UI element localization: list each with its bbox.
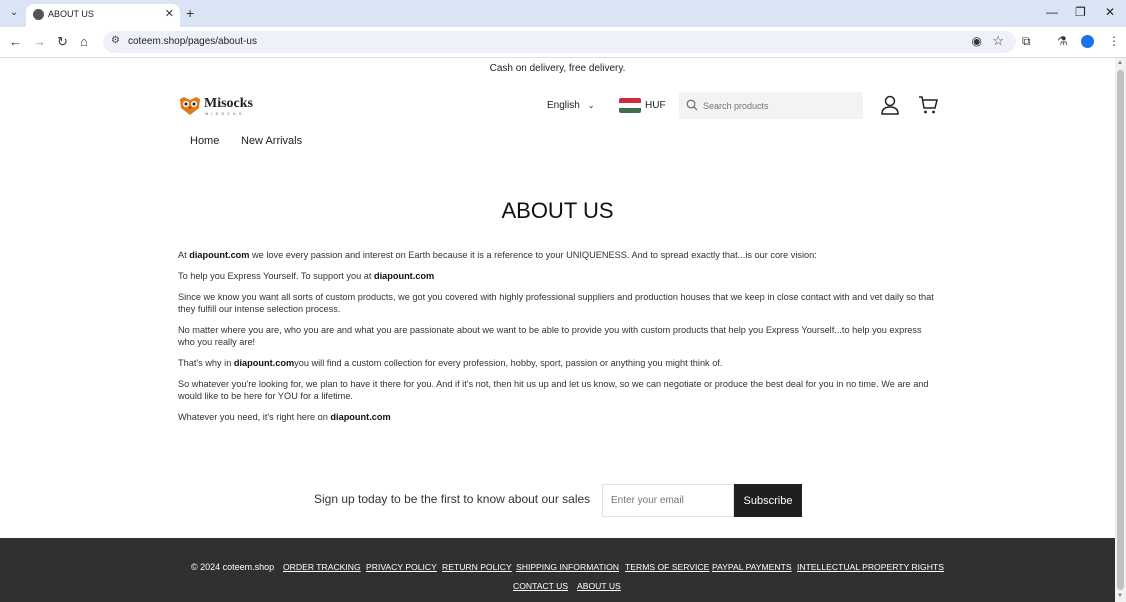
kebab-menu-icon[interactable]: ⋮ — [1108, 34, 1120, 48]
owl-logo-icon — [180, 97, 200, 115]
subscribe-button[interactable]: Subscribe — [734, 484, 802, 517]
about-paragraph: Since we know you want all sorts of cust… — [178, 291, 938, 315]
about-paragraph: At diapount.com we love every passion an… — [178, 249, 938, 261]
address-bar[interactable]: ⚙ coteem.shop/pages/about-us ◉ ☆ — [103, 31, 1016, 53]
new-tab-plus-icon[interactable]: + — [186, 5, 194, 21]
about-paragraph: So whatever you're looking for, we plan … — [178, 378, 938, 402]
about-paragraph: That's why in diapount.comyou will find … — [178, 357, 938, 369]
text: you will find a custom collection for ev… — [294, 358, 723, 368]
currency-label: HUF — [645, 100, 666, 111]
footer-link-order-tracking[interactable]: ORDER TRACKING — [283, 562, 361, 572]
browser-tab[interactable]: ABOUT US ✕ — [26, 4, 180, 27]
page-title: ABOUT US — [501, 198, 614, 223]
footer-link-shipping-information[interactable]: SHIPPING INFORMATION — [516, 562, 619, 572]
reload-icon[interactable]: ↻ — [57, 34, 68, 50]
logo-text: Misocks — [204, 96, 253, 111]
text: To help you Express Yourself. To support… — [178, 271, 374, 281]
site-name: diapount.com — [189, 250, 250, 260]
newsletter-text: Sign up today to be the first to know ab… — [314, 492, 591, 506]
user-account-icon[interactable] — [880, 95, 900, 115]
search-icon — [686, 99, 698, 111]
text: So whatever you're looking for, we plan … — [178, 379, 929, 401]
site-footer: © 2024 coteem.shop ORDER TRACKING PRIVAC… — [0, 538, 1115, 602]
profile-avatar-icon[interactable] — [1081, 35, 1094, 48]
hungary-flag-icon — [619, 98, 641, 113]
url-text: coteem.shop/pages/about-us — [128, 36, 257, 47]
about-paragraph: No matter where you are, who you are and… — [178, 324, 938, 348]
logo-subtext: MISOCKS — [205, 111, 245, 116]
chevron-down-icon: ⌄ — [587, 101, 595, 110]
back-arrow-icon[interactable]: ← — [9, 34, 22, 49]
eye-slash-icon[interactable]: ◉ — [972, 34, 982, 48]
language-label: English — [547, 100, 580, 111]
text: No matter where you are, who you are and… — [178, 325, 922, 347]
page-scrollbar[interactable]: ▲ ▼ — [1115, 58, 1126, 602]
site-info-icon[interactable]: ⚙ — [111, 35, 120, 46]
tab-title: ABOUT US — [48, 9, 94, 19]
footer-link-privacy-policy[interactable]: PRIVACY POLICY — [366, 562, 437, 572]
tab-search-chevron-icon[interactable]: ⌄ — [6, 5, 22, 21]
labs-flask-icon[interactable]: ⚗ — [1057, 34, 1068, 48]
about-paragraph: Whatever you need, it's right here on di… — [178, 411, 938, 423]
text: Whatever you need, it's right here on — [178, 412, 331, 422]
globe-icon — [33, 9, 44, 20]
site-name: diapount.com — [233, 358, 295, 368]
close-window-icon[interactable]: ✕ — [1105, 5, 1115, 19]
copyright-text: © 2024 coteem.shop — [191, 562, 275, 572]
browser-toolbar: ← → ↻ ⌂ ⚙ coteem.shop/pages/about-us ◉ ☆… — [0, 27, 1126, 58]
announcement-bar: Cash on delivery, free delivery. — [489, 63, 626, 74]
extensions-puzzle-icon[interactable]: ⧉ — [1022, 34, 1031, 49]
nav-new-arrivals-link[interactable]: New Arrivals — [241, 135, 302, 147]
email-field[interactable] — [602, 484, 734, 517]
language-selector[interactable]: English ⌄ — [547, 100, 595, 111]
text: At — [178, 250, 190, 260]
scroll-up-icon[interactable]: ▲ — [1117, 60, 1123, 66]
site-name: diapount.com — [330, 412, 391, 422]
web-page: Cash on delivery, free delivery. Misocks… — [0, 58, 1115, 602]
browser-tab-bar: ⌄ ABOUT US ✕ + — ❐ ✕ — [0, 0, 1126, 27]
home-icon[interactable]: ⌂ — [80, 34, 88, 49]
text: That's why in — [178, 358, 234, 368]
cart-icon[interactable] — [918, 95, 938, 115]
scroll-down-icon[interactable]: ▼ — [1117, 593, 1123, 599]
text: we love every passion and interest on Ea… — [249, 250, 817, 260]
restore-icon[interactable]: ❐ — [1075, 5, 1086, 19]
nav-home-link[interactable]: Home — [190, 135, 219, 147]
footer-link-intellectual-property[interactable]: INTELLECTUAL PROPERTY RIGHTS — [797, 562, 944, 572]
footer-link-return-policy[interactable]: RETURN POLICY — [442, 562, 512, 572]
site-name: diapount.com — [373, 271, 435, 281]
search-input[interactable] — [679, 92, 863, 119]
footer-link-paypal-payments[interactable]: PAYPAL PAYMENTS — [712, 562, 792, 572]
footer-link-contact-us[interactable]: CONTACT US — [513, 581, 568, 591]
forward-arrow-icon[interactable]: → — [33, 34, 46, 49]
text: Since we know you want all sorts of cust… — [178, 292, 934, 314]
minimize-icon[interactable]: — — [1046, 5, 1058, 19]
scrollbar-thumb[interactable] — [1117, 70, 1124, 590]
about-content: At diapount.com we love every passion an… — [178, 249, 938, 432]
about-paragraph: To help you Express Yourself. To support… — [178, 270, 938, 282]
footer-link-about-us[interactable]: ABOUT US — [577, 581, 621, 591]
bookmark-star-icon[interactable]: ☆ — [992, 33, 1004, 49]
footer-link-terms-of-service[interactable]: TERMS OF SERVICE — [625, 562, 709, 572]
flag-stripe-green — [619, 108, 641, 113]
close-tab-icon[interactable]: ✕ — [165, 7, 174, 20]
